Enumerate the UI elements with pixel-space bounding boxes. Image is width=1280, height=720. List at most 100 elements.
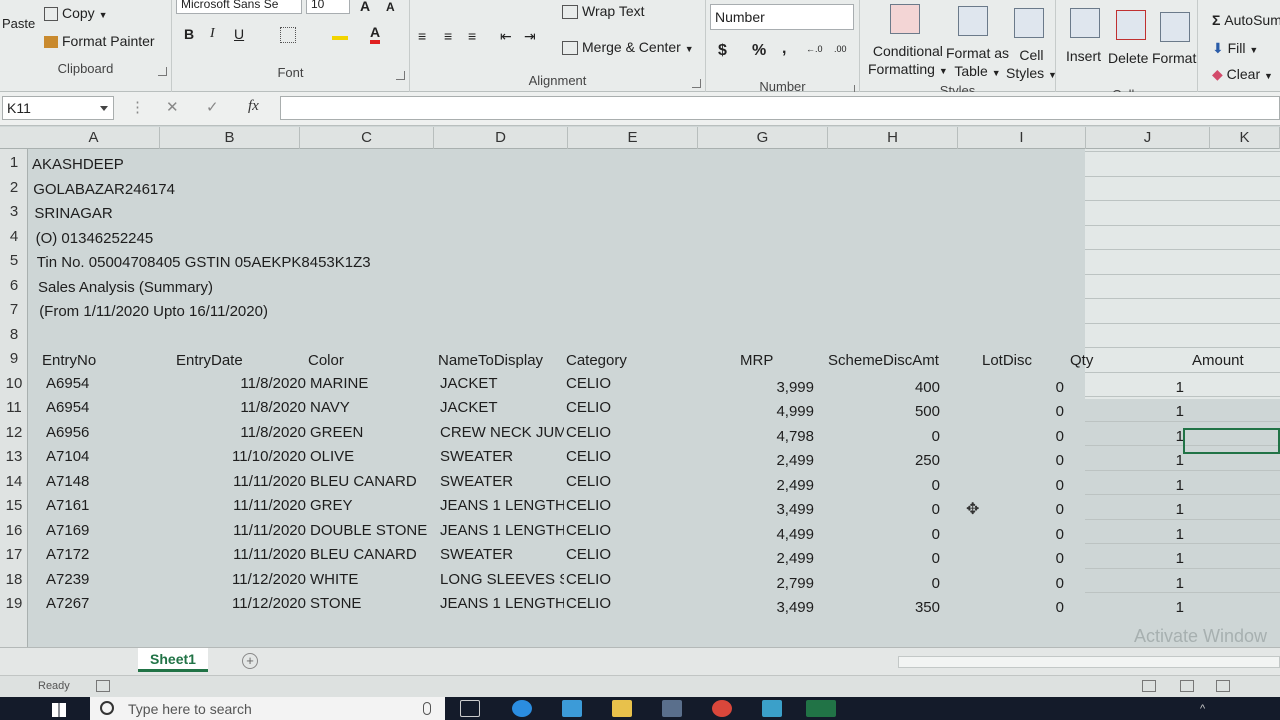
header-line-2[interactable]: GOLABAZAR246174 (33, 178, 453, 203)
mail-icon[interactable] (562, 700, 582, 717)
edge-browser-icon[interactable] (512, 700, 532, 717)
align-right-button[interactable]: ≡ (468, 28, 476, 44)
alignment-launcher-icon[interactable] (692, 79, 701, 88)
increase-decimal-button[interactable]: ←.0 (806, 44, 823, 54)
table-cell[interactable]: 1 (1090, 572, 1184, 597)
table-cell[interactable]: 1 (1090, 425, 1184, 450)
cancel-icon[interactable]: ✕ (166, 98, 179, 116)
table-cell[interactable]: 3,499 (712, 498, 814, 523)
enter-icon[interactable]: ✓ (206, 98, 219, 116)
fill-color-button[interactable] (332, 24, 348, 41)
table-cell[interactable]: 11/11/2020 (180, 470, 306, 495)
column-header-a[interactable]: A (28, 127, 160, 149)
column-header-b[interactable]: B (160, 127, 300, 149)
grow-font-button[interactable]: A (360, 0, 370, 14)
table-cell[interactable]: JEANS 1 LENGTH (440, 519, 564, 544)
table-cell[interactable]: SWEATER (440, 470, 564, 495)
copy-button[interactable]: Copy ▼ (44, 5, 108, 22)
horizontal-scrollbar[interactable] (898, 656, 1280, 668)
table-cell[interactable]: A7172 (46, 543, 156, 568)
header-line-3[interactable]: SRINAGAR (34, 202, 454, 227)
conditional-formatting-button[interactable]: Conditional Formatting ▼ (868, 42, 948, 80)
table-cell[interactable]: CELIO (566, 568, 626, 593)
table-cell[interactable]: 11/12/2020 (180, 592, 306, 617)
bold-button[interactable]: B (184, 26, 194, 42)
table-header-entrydate[interactable]: EntryDate (176, 349, 306, 374)
table-cell[interactable]: 400 (838, 376, 940, 401)
table-cell[interactable]: OLIVE (310, 445, 438, 470)
merge-center-button[interactable]: Merge & Center ▼ (562, 39, 694, 56)
table-cell[interactable]: SWEATER (440, 445, 564, 470)
name-box[interactable]: K11 (2, 96, 114, 120)
table-cell[interactable]: GREEN (310, 421, 438, 446)
table-cell[interactable]: 11/11/2020 (180, 543, 306, 568)
align-center-button[interactable]: ≡ (444, 28, 452, 44)
add-sheet-icon[interactable]: + (242, 653, 258, 669)
row-header-15[interactable]: 15 (0, 494, 28, 519)
table-cell[interactable]: 0 (838, 523, 940, 548)
normal-view-icon[interactable] (1142, 680, 1156, 692)
percent-button[interactable]: % (752, 42, 766, 60)
underline-button[interactable]: U (234, 26, 244, 42)
chrome-icon[interactable] (712, 700, 732, 717)
excel-icon[interactable] (806, 700, 836, 717)
table-cell[interactable]: A7104 (46, 445, 156, 470)
insert-button[interactable]: Insert (1066, 48, 1101, 64)
table-cell[interactable]: 0 (838, 498, 940, 523)
table-cell[interactable]: CELIO (566, 494, 626, 519)
table-header-qty[interactable]: Qty (1070, 349, 1170, 374)
table-cell[interactable]: 3,499 (712, 596, 814, 621)
task-view-icon[interactable] (460, 700, 480, 717)
table-cell[interactable]: JACKET (440, 396, 564, 421)
table-cell[interactable]: 250 (838, 449, 940, 474)
selected-cell-k11[interactable] (1183, 428, 1280, 454)
table-cell[interactable]: JEANS 1 LENGTH (440, 592, 564, 617)
page-layout-view-icon[interactable] (1180, 680, 1194, 692)
table-cell[interactable]: 1 (1090, 474, 1184, 499)
row-header-13[interactable]: 13 (0, 445, 28, 470)
table-cell[interactable]: 0 (960, 376, 1064, 401)
table-cell[interactable]: A7169 (46, 519, 156, 544)
table-cell[interactable]: 0 (838, 474, 940, 499)
windows-start-icon[interactable] (52, 703, 66, 717)
autosum-button[interactable]: Σ AutoSum (1212, 12, 1280, 28)
table-cell[interactable]: 1 (1090, 400, 1184, 425)
table-cell[interactable]: 0 (960, 400, 1064, 425)
font-color-button[interactable]: A (370, 24, 381, 44)
table-cell[interactable]: 1 (1090, 596, 1184, 621)
column-header-g[interactable]: G (698, 127, 828, 149)
table-cell[interactable]: 11/10/2020 (180, 445, 306, 470)
table-cell[interactable]: 0 (838, 425, 940, 450)
table-cell[interactable]: 11/11/2020 (180, 519, 306, 544)
table-header-mrp[interactable]: MRP (740, 349, 830, 374)
app-icon[interactable] (762, 700, 782, 717)
table-cell[interactable]: 0 (960, 523, 1064, 548)
column-header-d[interactable]: D (434, 127, 568, 149)
currency-button[interactable]: $ (718, 42, 727, 60)
table-cell[interactable]: A6954 (46, 372, 156, 397)
table-cell[interactable]: DOUBLE STONE (310, 519, 438, 544)
table-cell[interactable]: CELIO (566, 421, 626, 446)
row-header-6[interactable]: 6 (0, 274, 28, 299)
decrease-indent-button[interactable]: ⇤ (500, 28, 512, 45)
table-cell[interactable]: A7267 (46, 592, 156, 617)
clear-button[interactable]: ◆ Clear ▼ (1212, 66, 1273, 83)
font-launcher-icon[interactable] (396, 71, 405, 80)
table-header-amount[interactable]: Amount (1192, 349, 1280, 374)
table-cell[interactable]: 2,499 (712, 449, 814, 474)
font-name-select[interactable]: Microsoft Sans Se (176, 0, 302, 14)
table-cell[interactable]: CELIO (566, 592, 626, 617)
table-cell[interactable]: JEANS 1 LENGTH (440, 494, 564, 519)
row-header-19[interactable]: 19 (0, 592, 28, 617)
table-cell[interactable]: 11/12/2020 (180, 568, 306, 593)
table-cell[interactable]: A6954 (46, 396, 156, 421)
column-header-h[interactable]: H (828, 127, 958, 149)
row-header-10[interactable]: 10 (0, 372, 28, 397)
store-icon[interactable] (662, 700, 682, 717)
table-cell[interactable]: 4,999 (712, 400, 814, 425)
italic-button[interactable]: I (210, 26, 215, 42)
row-header-14[interactable]: 14 (0, 470, 28, 495)
column-header-j[interactable]: J (1086, 127, 1210, 149)
format-painter-button[interactable]: Format Painter (44, 33, 155, 49)
table-cell[interactable]: CELIO (566, 445, 626, 470)
